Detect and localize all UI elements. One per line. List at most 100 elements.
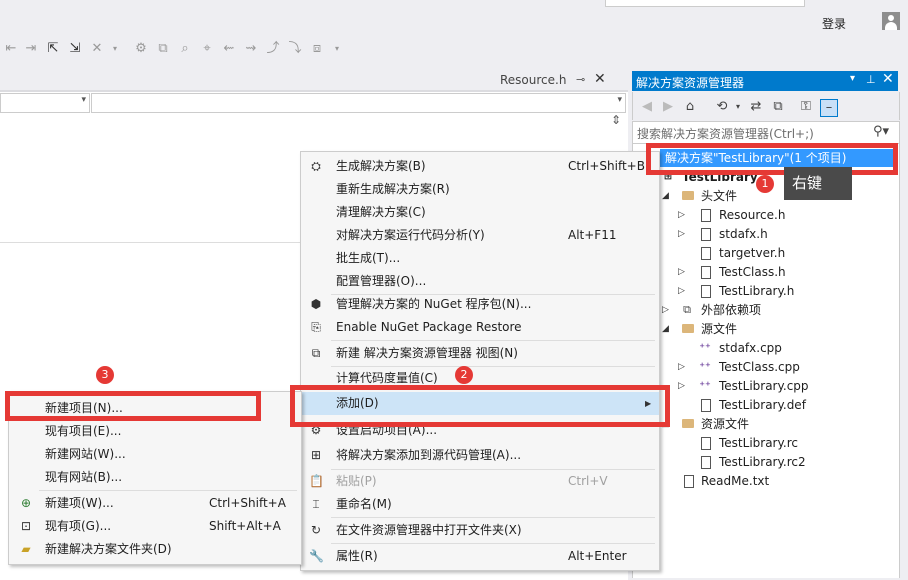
pin-icon[interactable]: ⊥ xyxy=(866,73,876,86)
external-deps-icon: ⧉ xyxy=(683,303,691,316)
divider xyxy=(0,242,300,243)
preview-icon[interactable]: – xyxy=(820,99,838,117)
menu-label: 在文件资源管理器中打开文件夹(X) xyxy=(336,523,522,537)
submenu-item-existing-project[interactable]: 现有项目(E)... xyxy=(9,420,301,443)
search-placeholder: 搜索解决方案资源管理器(Ctrl+;) xyxy=(637,127,814,141)
bookmark-next-icon[interactable]: ⇲ xyxy=(68,42,82,56)
menu-item-build[interactable]: ⛭ 生成解决方案(B) Ctrl+Shift+B xyxy=(301,155,659,178)
collapse-all-icon[interactable]: ⧉ xyxy=(770,99,786,115)
chevron-down-icon[interactable]: ▾ xyxy=(850,73,855,84)
toolbar-icon-2[interactable]: ⇥ xyxy=(24,42,38,56)
menu-item-config-manager[interactable]: 配置管理器(O)... xyxy=(301,270,659,293)
toolbar-overflow-icon[interactable]: ▾ xyxy=(330,42,344,56)
toolbar-dropdown-icon[interactable]: ▾ xyxy=(108,42,122,56)
header-file-icon xyxy=(701,285,711,298)
rc-file-icon xyxy=(701,456,711,469)
folder-label: 源文件 xyxy=(701,322,738,336)
back-icon[interactable]: ◀ xyxy=(639,99,655,115)
collapse-arrow-icon[interactable]: ◢ xyxy=(662,320,672,338)
menu-item-new-view[interactable]: ⧉ 新建 解决方案资源管理器 视图(N) xyxy=(301,342,659,365)
submenu-item-existing-item[interactable]: ⊡ 现有项(G)... Shift+Alt+A xyxy=(9,515,301,538)
expand-arrow-icon[interactable]: ▷ xyxy=(678,263,688,281)
submenu-item-new-item[interactable]: ⊕ 新建项(W)... Ctrl+Shift+A xyxy=(9,492,301,515)
split-editor-icon[interactable]: ⇕ xyxy=(606,113,626,133)
menu-item-properties[interactable]: 🔧 属性(R) Alt+Enter xyxy=(301,545,659,568)
login-link[interactable]: 登录 xyxy=(822,15,846,32)
expand-arrow-icon[interactable]: ▷ xyxy=(662,301,672,319)
highlight-box-new-project xyxy=(5,391,261,421)
new-item-icon: ⊕ xyxy=(20,496,32,510)
solution-explorer-title: 解决方案资源管理器 xyxy=(636,76,745,90)
submenu-item-new-website[interactable]: 新建网站(W)... xyxy=(9,443,301,466)
file-label: TestLibrary.cpp xyxy=(719,379,809,393)
file-label: TestLibrary.def xyxy=(719,398,806,412)
toolbar-icon-15[interactable]: ⧈ xyxy=(310,42,324,56)
collapse-arrow-icon[interactable]: ◢ xyxy=(662,187,672,205)
menu-label: 新建 解决方案资源管理器 视图(N) xyxy=(336,346,518,360)
menu-item-rebuild[interactable]: 重新生成解决方案(R) xyxy=(301,178,659,201)
chevron-down-icon: ▾ xyxy=(617,95,622,105)
expand-arrow-icon[interactable]: ▷ xyxy=(678,206,688,224)
toolbar-icon-12[interactable]: ⇝ xyxy=(244,42,258,56)
menu-item-rename[interactable]: ⌶ 重命名(M) xyxy=(301,493,659,516)
rename-icon: ⌶ xyxy=(312,497,320,511)
bookmark-prev-icon[interactable]: ⇱ xyxy=(46,42,60,56)
menu-item-nuget-manage[interactable]: ⬢ 管理解决方案的 NuGet 程序包(N)... xyxy=(301,293,659,316)
menu-item-paste[interactable]: 📋 粘贴(P) Ctrl+V xyxy=(301,470,659,493)
header-file-icon xyxy=(701,228,711,241)
submenu-item-new-folder[interactable]: ▰ 新建解决方案文件夹(D) xyxy=(9,538,301,561)
toolbar-icon-8[interactable]: ⧉ xyxy=(156,42,170,56)
quick-launch-box[interactable] xyxy=(605,0,805,7)
menu-label: 新建项(W)... xyxy=(45,496,114,510)
menu-label: 重命名(M) xyxy=(336,497,392,511)
menu-separator xyxy=(331,543,655,544)
sync-icon[interactable]: ⇄ xyxy=(748,99,764,115)
menu-item-source-control[interactable]: ⊞ 将解决方案添加到源代码管理(A)... xyxy=(301,444,659,467)
file-label: TestLibrary.rc2 xyxy=(719,455,806,469)
toolbar-icon-1[interactable]: ⇤ xyxy=(4,42,18,56)
expand-arrow-icon[interactable]: ▷ xyxy=(678,377,688,395)
chevron-down-icon[interactable]: ▾ xyxy=(730,99,746,115)
toolbar-icon-9[interactable]: ⌕ xyxy=(178,42,192,56)
submenu-item-existing-website[interactable]: 现有网站(B)... xyxy=(9,466,301,489)
document-tab-title[interactable]: Resource.h xyxy=(500,73,566,87)
expand-arrow-icon[interactable]: ▷ xyxy=(678,282,688,300)
toolbar: ⇤ ⇥ ⇱ ⇲ ✕ ▾ ⚙ ⧉ ⌕ ⌖ ⇜ ⇝ ⤴ ⤵ ⧈ ▾ xyxy=(0,38,908,62)
toolbar-icon-10[interactable]: ⌖ xyxy=(200,42,214,56)
toolbar-icon-14[interactable]: ⤵ xyxy=(288,42,302,56)
menu-item-clean[interactable]: 清理解决方案(C) xyxy=(301,201,659,224)
expand-arrow-icon[interactable]: ▷ xyxy=(678,225,688,243)
header-file-icon xyxy=(701,247,711,260)
menu-item-code-analysis[interactable]: 对解决方案运行代码分析(Y) Alt+F11 xyxy=(301,224,659,247)
menu-item-nuget-restore[interactable]: ⎘ Enable NuGet Package Restore xyxy=(301,316,659,339)
menu-item-batch-build[interactable]: 批生成(T)... xyxy=(301,247,659,270)
menu-separator xyxy=(39,490,297,491)
header-file-icon xyxy=(701,266,711,279)
highlight-box-add xyxy=(290,385,670,427)
folder-icon xyxy=(682,191,694,200)
member-dropdown[interactable]: ▾ xyxy=(91,93,626,113)
properties-icon[interactable]: ⚿ xyxy=(798,99,814,115)
menu-label: 对解决方案运行代码分析(Y) xyxy=(336,228,485,242)
user-avatar-icon[interactable] xyxy=(882,12,900,30)
refresh-arrow-icon: ↻ xyxy=(310,523,322,537)
toolbar-icon-13[interactable]: ⤴ xyxy=(266,42,280,56)
bookmark-clear-icon[interactable]: ✕ xyxy=(90,42,104,56)
history-icon[interactable]: ⟲ xyxy=(714,99,730,115)
file-label: TestLibrary.rc xyxy=(719,436,798,450)
close-icon[interactable]: ✕ xyxy=(882,71,894,87)
cpp-file-icon: ⁺⁺ xyxy=(699,341,711,354)
expand-arrow-icon[interactable]: ▷ xyxy=(678,358,688,376)
step-badge-2: 2 xyxy=(455,366,473,384)
scope-dropdown[interactable]: ▾ xyxy=(0,93,90,113)
pin-icon[interactable]: ⊸ xyxy=(576,73,585,86)
toolbar-icon-7[interactable]: ⚙ xyxy=(134,42,148,56)
file-label: TestLibrary.h xyxy=(719,284,795,298)
home-icon[interactable]: ⌂ xyxy=(682,99,698,115)
menu-item-open-folder[interactable]: ↻ 在文件资源管理器中打开文件夹(X) xyxy=(301,519,659,542)
toolbar-icon-11[interactable]: ⇜ xyxy=(222,42,236,56)
close-icon[interactable]: ✕ xyxy=(594,71,606,87)
forward-icon[interactable]: ▶ xyxy=(660,99,676,115)
menu-label: 粘贴(P) xyxy=(336,474,377,488)
search-icon[interactable]: ⚲▾ xyxy=(873,124,889,139)
